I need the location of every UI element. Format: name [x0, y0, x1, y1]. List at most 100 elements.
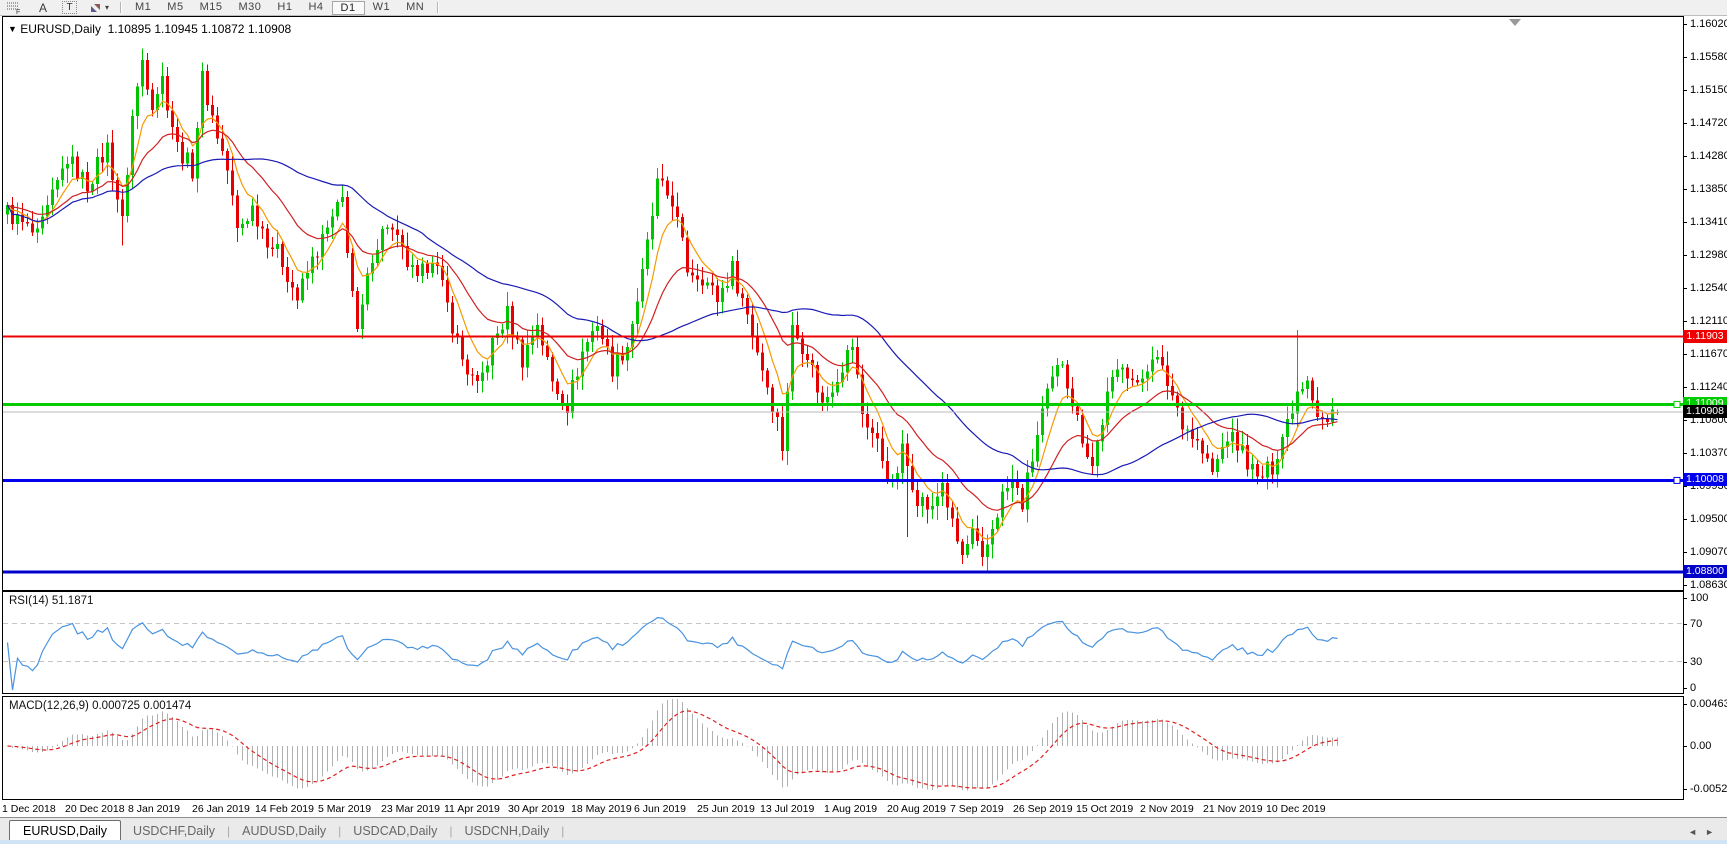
timeframe-button-H4[interactable]: H4: [300, 1, 331, 14]
fibonacci-icon-glyph: F: [6, 1, 23, 14]
rsi-panel[interactable]: RSI(14) 51.1871: [2, 591, 1684, 694]
timeframe-button-H1[interactable]: H1: [269, 1, 300, 14]
price-tick-label-tick: [1683, 90, 1687, 91]
rsi-level-label: 70: [1690, 618, 1702, 630]
date-axis[interactable]: 1 Dec 2018 20 Dec 20188 Jan 2019 26 Jan 20…: [2, 800, 1684, 817]
ohlc-low: 1.10872: [201, 22, 244, 36]
timeframe-button-MN[interactable]: MN: [398, 1, 432, 14]
macd-level-label: 0.00463: [1690, 698, 1727, 710]
price-tick-label: 1.16020: [1690, 18, 1727, 30]
price-tick-label-tick: [1683, 321, 1687, 322]
timeframe-button-M30[interactable]: M30: [230, 1, 269, 14]
symbol-tab-bar: EURUSD,DailyUSDCHF,Daily|AUDUSD,Daily|US…: [0, 817, 1727, 841]
price-tick-label: 1.12110: [1690, 315, 1727, 327]
price-tick-label-tick: [1683, 420, 1687, 421]
rsi-level-label: 100: [1690, 592, 1708, 604]
date-tick-label: 1 Dec 2018: [2, 803, 56, 815]
price-tick-label: 1.13410: [1690, 216, 1727, 228]
tab-AUDUSD[interactable]: AUDUSD,Daily: [230, 821, 338, 841]
timeframe-button-D1[interactable]: D1: [332, 1, 365, 15]
rsi-level-label: 0: [1690, 682, 1696, 694]
price-tick-label: 1.13850: [1690, 183, 1727, 195]
timeframe-button-W1[interactable]: W1: [365, 1, 399, 14]
tab-separator: |: [561, 821, 564, 841]
price-tick-label-tick: [1683, 552, 1687, 553]
price-badge-1.10908: 1.10908: [1683, 405, 1727, 418]
date-tick-label: 25 Jun 2019: [697, 803, 755, 815]
date-tick-label: 6 Jun 2019: [634, 803, 686, 815]
price-tick-label-tick: [1683, 486, 1687, 487]
tab-USDCNH[interactable]: USDCNH,Daily: [452, 821, 561, 841]
date-tick-label: 15 Oct 2019: [1076, 803, 1133, 815]
price-tick-label-tick: [1683, 519, 1687, 520]
candlestick-chart[interactable]: [3, 17, 1683, 590]
price-tick-label-tick: [1683, 24, 1687, 25]
tab-EURUSD[interactable]: EURUSD,Daily: [9, 820, 121, 841]
text-icon[interactable]: A: [29, 1, 57, 14]
macd-panel[interactable]: MACD(12,26,9) 0.000725 0.001474: [2, 696, 1684, 800]
ohlc-close: 1.10908: [248, 22, 291, 36]
rsi-level-label-tick: [1683, 598, 1687, 599]
price-tick-label: 1.14720: [1690, 117, 1727, 129]
date-tick-label: 18 May 2019: [571, 803, 632, 815]
price-tick-label: 1.10370: [1690, 447, 1727, 459]
chart-symbol-label: EURUSD,Daily: [20, 22, 101, 36]
date-tick-label: 5 Mar 2019: [318, 803, 371, 815]
date-tick-label: 8 Jan 2019: [128, 803, 180, 815]
price-axis[interactable]: 1.160201.155801.151501.147201.142801.138…: [1683, 0, 1727, 844]
price-chart-panel[interactable]: [2, 16, 1684, 591]
line-studies-group: F A T ▾: [0, 0, 115, 15]
date-tick-label: 26 Jan 2019: [192, 803, 250, 815]
rsi-level-label: 30: [1690, 656, 1702, 668]
toolbar-separator: [120, 2, 122, 13]
price-tick-label-tick: [1683, 57, 1687, 58]
price-tick-label-tick: [1683, 222, 1687, 223]
timeframe-button-M5[interactable]: M5: [159, 1, 191, 14]
date-tick-label: 20 Dec 2018: [65, 803, 125, 815]
price-tick-label-tick: [1683, 585, 1687, 586]
rsi-level-label-tick: [1683, 662, 1687, 663]
rsi-chart: [3, 592, 1683, 693]
rsi-label: RSI(14) 51.1871: [9, 595, 93, 607]
macd-chart: [3, 697, 1683, 799]
price-tick-label: 1.08630: [1690, 579, 1727, 591]
collapse-triangle-icon[interactable]: ▼: [8, 24, 17, 34]
date-tick-label: 30 Apr 2019: [508, 803, 565, 815]
macd-level-label-tick: [1683, 746, 1687, 747]
price-tick-label-tick: [1683, 387, 1687, 388]
tab-USDCAD[interactable]: USDCAD,Daily: [341, 821, 449, 841]
price-tick-label-tick: [1683, 453, 1687, 454]
date-tick-label: 1 Aug 2019: [824, 803, 877, 815]
timeframe-button-M1[interactable]: M1: [127, 1, 159, 14]
tab-USDCHF[interactable]: USDCHF,Daily: [121, 821, 227, 841]
macd-level-label: 0.00: [1690, 740, 1711, 752]
macd-label: MACD(12,26,9) 0.000725 0.001474: [9, 700, 191, 712]
date-tick-label: 26 Sep 2019: [1013, 803, 1073, 815]
price-tick-label-tick: [1683, 288, 1687, 289]
date-tick-label: 7 Sep 2019: [950, 803, 1004, 815]
price-tick-label: 1.11670: [1690, 348, 1727, 360]
text-label-icon[interactable]: T: [62, 1, 77, 14]
price-tick-label: 1.09070: [1690, 546, 1727, 558]
date-tick-label: 21 Nov 2019: [1203, 803, 1263, 815]
timeframe-button-M15[interactable]: M15: [192, 1, 231, 14]
chart-title: ▼ EURUSD,Daily 1.10895 1.10945 1.10872 1…: [8, 22, 291, 36]
price-tick-label: 1.15150: [1690, 84, 1727, 96]
trading-platform-window: F A T ▾ M1M5M15M30H1H4D1W1MN ▼ EURUSD,Da…: [0, 0, 1727, 844]
date-tick-label: 10 Dec 2019: [1266, 803, 1326, 815]
macd-level-label-tick: [1683, 704, 1687, 705]
arrows-dropdown-caret[interactable]: ▾: [105, 3, 109, 12]
status-bar-strip: [0, 840, 1727, 844]
macd-level-label-tick: [1683, 789, 1687, 790]
date-tick-label: 14 Feb 2019: [255, 803, 314, 815]
date-tick-label: 11 Apr 2019: [444, 803, 500, 815]
toolbar-separator: [437, 2, 439, 13]
fibonacci-icon[interactable]: F: [0, 1, 29, 14]
timeframe-group: M1M5M15M30H1H4D1W1MN: [127, 0, 432, 15]
ohlc-high: 1.10945: [154, 22, 197, 36]
rsi-level-label-tick: [1683, 688, 1687, 689]
arrows-icon-glyph: [88, 2, 103, 14]
arrows-icon[interactable]: ▾: [82, 1, 115, 14]
svg-text:F: F: [16, 9, 20, 14]
price-badge-1.10008: 1.10008: [1683, 473, 1727, 486]
